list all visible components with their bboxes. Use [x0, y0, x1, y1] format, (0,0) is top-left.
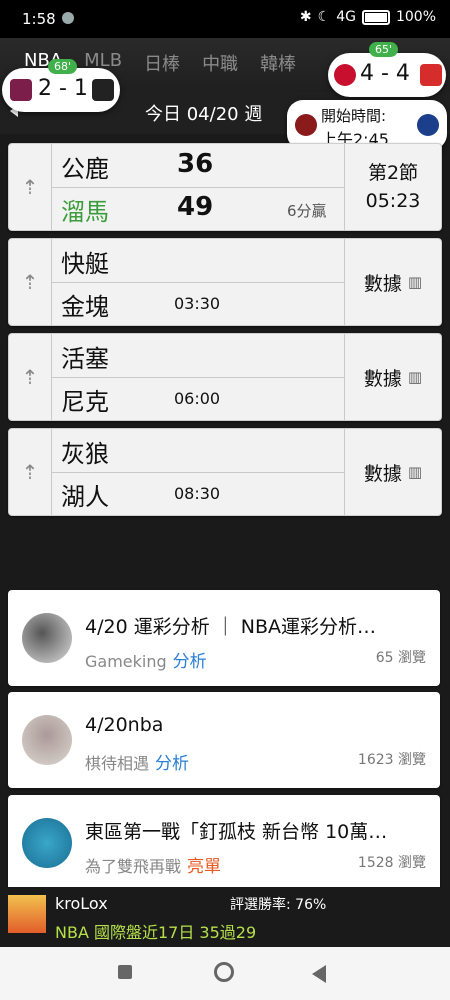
tab-npb[interactable]: 日棒 — [144, 50, 180, 76]
away-team: 溜馬 — [61, 198, 109, 226]
collapse-arrow[interactable]: ⇡ — [9, 239, 52, 325]
status-time: 1:58 — [22, 10, 56, 28]
left-score: 2 - 1 — [38, 76, 88, 101]
bar-chart-icon: ▥ — [407, 273, 423, 291]
right-score: 4 - 4 — [360, 61, 410, 86]
team-logo-villa — [10, 79, 32, 101]
game-time: 08:30 — [174, 484, 221, 503]
team-logo-roma — [295, 114, 317, 136]
right-minute-badge: 65' — [369, 42, 399, 57]
away-team: 金塊 — [61, 293, 109, 321]
stats-button[interactable]: 數據 ▥ — [344, 334, 441, 420]
article-views: 65 瀏覽 — [375, 650, 426, 666]
clock: 05:23 — [365, 190, 421, 212]
article-card[interactable]: 4/20nba 棋待相遇 分析 1623 瀏覽 — [8, 692, 440, 788]
article-tag: 分析 — [155, 754, 190, 774]
game-card[interactable]: ⇡ 活塞 尼克 06:00 數據 ▥ — [8, 333, 442, 421]
date-title: 今日 04/20 週 — [145, 104, 263, 125]
divider — [51, 282, 345, 283]
away-team: 湖人 — [61, 483, 109, 511]
expert-banner[interactable]: kroLox 評選勝率: 76% NBA 國際盤近17日 35過29 — [0, 887, 450, 947]
article-title: 4/20 運彩分析 ｜ NBA運彩分析… — [85, 616, 377, 638]
team-logo-verona — [417, 114, 439, 136]
game-card[interactable]: ⇡ 灰狼 湖人 08:30 數據 ▥ — [8, 428, 442, 516]
stats-button[interactable]: 數據 ▥ — [344, 239, 441, 325]
article-thumbnail — [22, 715, 72, 765]
left-minute-badge: 68' — [48, 59, 78, 74]
expert-avatar — [8, 895, 46, 933]
article-card[interactable]: 東區第一戰「釘孤枝 新台幣 10萬… 為了雙飛再戰 亮單 1528 瀏覽 — [8, 795, 440, 891]
home-score: 36 — [177, 149, 214, 179]
article-author: Gameking 分析 — [85, 647, 207, 672]
bluetooth-icon: ✱ — [299, 9, 312, 25]
game-card[interactable]: ⇡ 快艇 金塊 03:30 數據 ▥ — [8, 238, 442, 326]
system-nav-bar — [0, 947, 450, 1000]
article-tag: 分析 — [172, 652, 207, 672]
divider — [51, 472, 345, 473]
home-team: 活塞 — [61, 345, 109, 373]
article-author: 棋待相遇 分析 — [85, 749, 189, 774]
arrow-up-icon: ⇡ — [21, 460, 39, 484]
article-views: 1623 瀏覽 — [357, 752, 426, 768]
live-score-pill-left[interactable]: 2 - 1 — [2, 68, 120, 112]
back-button[interactable] — [312, 965, 326, 983]
game-card-live[interactable]: ⇡ 公鹿 溜馬 36 49 6分贏 第2節 05:23 — [8, 143, 442, 231]
divider — [51, 187, 345, 188]
collapse-arrow[interactable]: ⇡ — [9, 334, 52, 420]
battery-icon — [361, 9, 390, 25]
collapse-arrow[interactable]: ⇡ — [9, 144, 52, 230]
stats-label: 數據 — [363, 462, 402, 485]
arrow-up-icon: ⇡ — [21, 270, 39, 294]
team-logo-newcastle — [92, 79, 114, 101]
arrow-up-icon: ⇡ — [21, 365, 39, 389]
expert-win-rate: 評選勝率: 76% — [230, 897, 327, 913]
live-score-pill-right[interactable]: 4 - 4 — [328, 53, 446, 97]
stats-label: 數據 — [363, 272, 402, 295]
home-team: 快艇 — [61, 250, 109, 278]
game-status: 第2節 05:23 — [344, 144, 441, 230]
team-logo-union — [334, 64, 356, 86]
recents-button[interactable] — [118, 965, 132, 979]
author-name: 棋待相遇 — [85, 754, 150, 773]
stats-button[interactable]: 數據 ▥ — [344, 429, 441, 515]
author-name: Gameking — [85, 652, 167, 671]
stats-label: 數據 — [363, 367, 402, 390]
game-time: 06:00 — [174, 389, 221, 408]
away-team: 尼克 — [61, 388, 109, 416]
team-logo-stuttgart — [420, 64, 442, 86]
author-name: 為了雙飛再戰 — [85, 857, 182, 876]
expert-record: NBA 國際盤近17日 35過29 — [55, 923, 257, 942]
home-button[interactable] — [214, 962, 234, 982]
article-tag: 亮單 — [187, 857, 222, 877]
period: 第2節 — [367, 162, 419, 184]
away-score: 49 — [177, 192, 214, 222]
upcoming-label: 開始時間: — [321, 107, 387, 125]
bar-chart-icon: ▥ — [407, 368, 423, 386]
article-title: 4/20nba — [85, 714, 164, 736]
bar-chart-icon: ▥ — [407, 463, 423, 481]
article-card[interactable]: 4/20 運彩分析 ｜ NBA運彩分析… Gameking 分析 65 瀏覽 — [8, 590, 440, 686]
battery-text: 100% — [395, 9, 436, 25]
article-views: 1528 瀏覽 — [357, 855, 426, 871]
article-thumbnail — [22, 818, 72, 868]
game-time: 03:30 — [174, 294, 221, 313]
tab-cpbl[interactable]: 中職 — [202, 50, 238, 76]
arrow-up-icon: ⇡ — [21, 175, 39, 199]
signal-label: 4G — [336, 9, 356, 25]
settings-icon — [62, 12, 74, 24]
collapse-arrow[interactable]: ⇡ — [9, 429, 52, 515]
home-team: 公鹿 — [61, 155, 109, 183]
article-title: 東區第一戰「釘孤枝 新台幣 10萬… — [85, 821, 388, 843]
home-team: 灰狼 — [61, 440, 109, 468]
tab-kbo[interactable]: 韓棒 — [260, 50, 296, 76]
lead-text: 6分贏 — [287, 202, 327, 220]
divider — [51, 377, 345, 378]
article-thumbnail — [22, 613, 72, 663]
status-bar: 1:58 ✱ ☾ 4G 100% — [0, 0, 450, 38]
status-icons: ✱ ☾ 4G 100% — [300, 9, 436, 25]
expert-username: kroLox — [55, 894, 108, 913]
article-author: 為了雙飛再戰 亮單 — [85, 852, 221, 877]
moon-icon: ☾ — [317, 9, 331, 25]
